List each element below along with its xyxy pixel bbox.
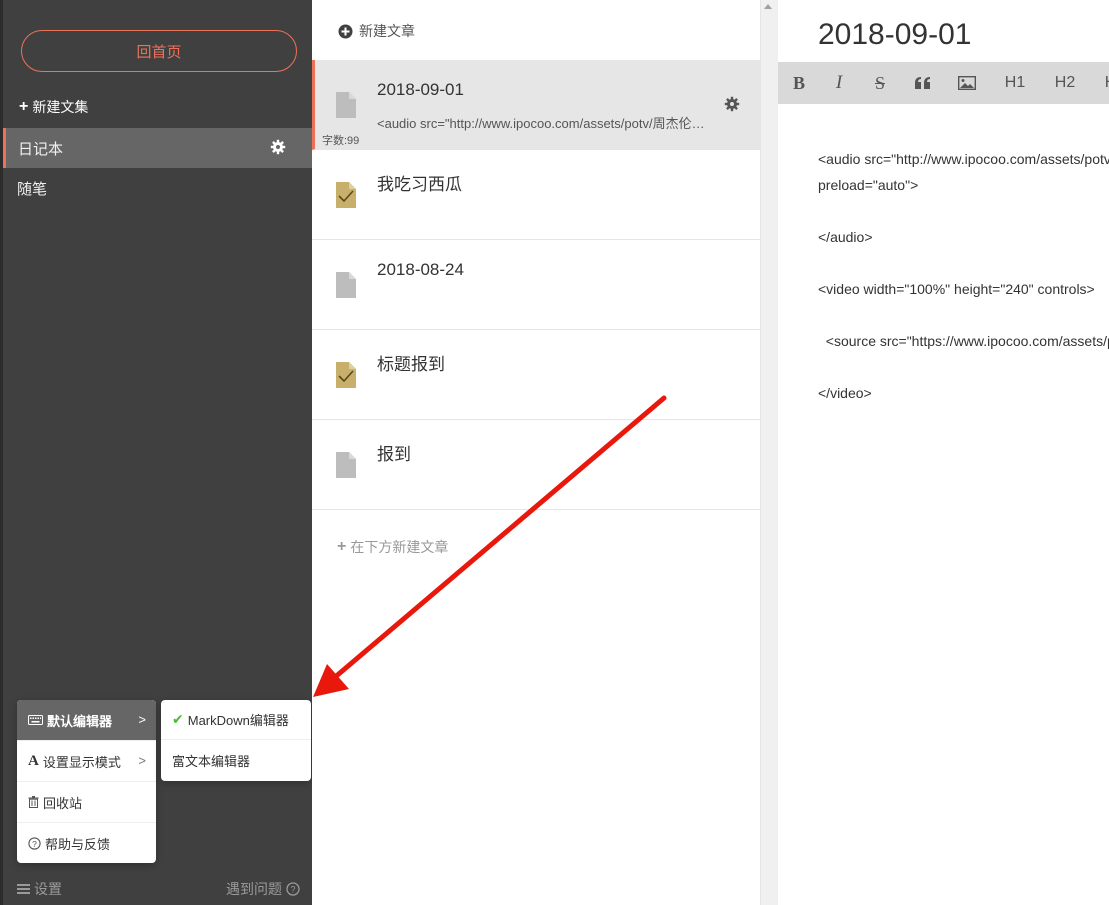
menu-item-help[interactable]: ? 帮助与反馈: [17, 823, 156, 863]
content-line: <source src="https://www.ipocoo.com/asse…: [825, 333, 1109, 349]
settings-label: 设置: [34, 881, 62, 897]
home-button[interactable]: 回首页: [21, 30, 297, 72]
content-line: </audio>: [818, 229, 873, 245]
notebook-item-diary[interactable]: 日记本: [3, 128, 312, 168]
svg-text:?: ?: [32, 839, 37, 849]
menu-item-trash[interactable]: 回收站: [17, 782, 156, 823]
issue-link[interactable]: 遇到问题 ?: [226, 879, 300, 899]
list-item[interactable]: 标题报到: [312, 330, 760, 420]
plus-icon: +: [337, 538, 347, 555]
article-title: 2018-09-01: [377, 80, 464, 99]
menu-icon: [17, 884, 30, 894]
heading-1-button[interactable]: H1: [990, 62, 1040, 104]
gear-icon[interactable]: [724, 96, 740, 112]
editor-content[interactable]: <audio src="http://www.ipocoo.com/assets…: [818, 146, 1109, 432]
menu-item-default-editor[interactable]: 默认编辑器 >: [17, 700, 156, 741]
menu-item-label: 设置显示模式: [42, 754, 121, 770]
content-line: </video>: [818, 385, 872, 401]
question-circle-icon: ?: [286, 882, 300, 896]
settings-popup-menu: 默认编辑器 > A 设置显示模式 > 回收站 ? 帮助与反馈: [17, 700, 156, 863]
article-title: 我吃习西瓜: [377, 175, 462, 194]
check-icon: ✔: [172, 711, 184, 727]
submenu-item-label: MarkDown编辑器: [187, 713, 289, 728]
article-title: 报到: [377, 445, 411, 464]
submenu-item-rich-text[interactable]: 富文本编辑器: [161, 740, 311, 780]
new-notebook-label: 新建文集: [32, 99, 89, 115]
keyboard-icon: [28, 715, 43, 725]
word-count: 字数:99: [322, 135, 360, 147]
font-icon: A: [28, 752, 39, 769]
notebook-label: 日记本: [18, 140, 64, 158]
settings-button[interactable]: 设置: [17, 879, 62, 899]
plus-icon: +: [19, 98, 29, 115]
scroll-up-arrow-icon[interactable]: [764, 4, 772, 9]
menu-item-display-mode[interactable]: A 设置显示模式 >: [17, 741, 156, 782]
list-item[interactable]: 2018-08-24: [312, 240, 760, 330]
document-icon: [336, 452, 356, 478]
content-line: <audio src="http://www.ipocoo.com/assets…: [818, 151, 1109, 193]
article-abstract: <audio src="http://www.ipocoo.com/assets…: [377, 116, 707, 131]
article-title: 标题报到: [377, 355, 445, 374]
quote-icon: [914, 76, 930, 89]
editor-panel: 2018-09-01 B I S H1 H2 H3: [778, 0, 1109, 905]
insert-image-button[interactable]: [944, 62, 990, 104]
submenu-item-markdown[interactable]: ✔ MarkDown编辑器: [161, 700, 311, 740]
trash-icon: [28, 796, 39, 808]
editor-toolbar: B I S H1 H2 H3: [778, 62, 1109, 104]
bold-button[interactable]: B: [778, 62, 820, 104]
italic-button[interactable]: I: [820, 62, 858, 104]
quote-button[interactable]: [902, 62, 944, 104]
editor-title-input[interactable]: 2018-09-01: [818, 18, 971, 52]
submenu-item-label: 富文本编辑器: [172, 753, 251, 769]
new-article-below-button[interactable]: + 在下方新建文章: [337, 537, 448, 557]
issue-label: 遇到问题: [226, 881, 282, 897]
menu-item-label: 帮助与反馈: [45, 837, 111, 852]
svg-text:?: ?: [290, 885, 295, 895]
article-list-panel: 新建文章 2018-09-01 <audio src="http://www.i…: [312, 0, 761, 905]
article-list: 2018-09-01 <audio src="http://www.ipocoo…: [312, 60, 760, 510]
new-notebook-button[interactable]: + 新建文集: [19, 97, 88, 117]
menu-item-label: 回收站: [43, 795, 83, 811]
chevron-right-icon: >: [138, 753, 146, 768]
list-item[interactable]: 2018-09-01 <audio src="http://www.ipocoo…: [312, 60, 760, 150]
list-item[interactable]: 我吃习西瓜: [312, 150, 760, 240]
editor-submenu: ✔ MarkDown编辑器 富文本编辑器: [161, 700, 311, 781]
content-line: <video width="100%" height="240" control…: [818, 281, 1095, 297]
notebook-label: 随笔: [17, 180, 48, 198]
question-circle-icon: ?: [28, 837, 41, 850]
app-window: 回首页 + 新建文集 日记本 随笔 设置 遇到问题 ? 默认编辑器 > A 设置…: [0, 0, 1109, 905]
document-icon: [336, 272, 356, 298]
menu-item-label: 默认编辑器: [47, 713, 113, 729]
heading-2-button[interactable]: H2: [1040, 62, 1090, 104]
gear-icon[interactable]: [270, 139, 286, 155]
published-document-icon: [336, 182, 356, 208]
document-icon: [336, 92, 356, 118]
article-title: 2018-08-24: [377, 260, 464, 279]
published-document-icon: [336, 362, 356, 388]
new-article-button[interactable]: 新建文章: [338, 21, 415, 41]
article-list-scrollbar[interactable]: [761, 0, 778, 905]
new-article-label: 新建文章: [359, 23, 415, 39]
sidebar-footer: 设置 遇到问题 ?: [3, 875, 312, 905]
image-icon: [958, 76, 976, 90]
list-item[interactable]: 报到: [312, 420, 760, 510]
heading-3-button[interactable]: H3: [1090, 62, 1109, 104]
notebook-item-essays[interactable]: 随笔: [3, 168, 312, 208]
chevron-right-icon: >: [138, 712, 146, 727]
new-below-label: 在下方新建文章: [350, 539, 449, 555]
plus-circle-icon: [338, 24, 353, 38]
strikethrough-button[interactable]: S: [858, 62, 902, 104]
